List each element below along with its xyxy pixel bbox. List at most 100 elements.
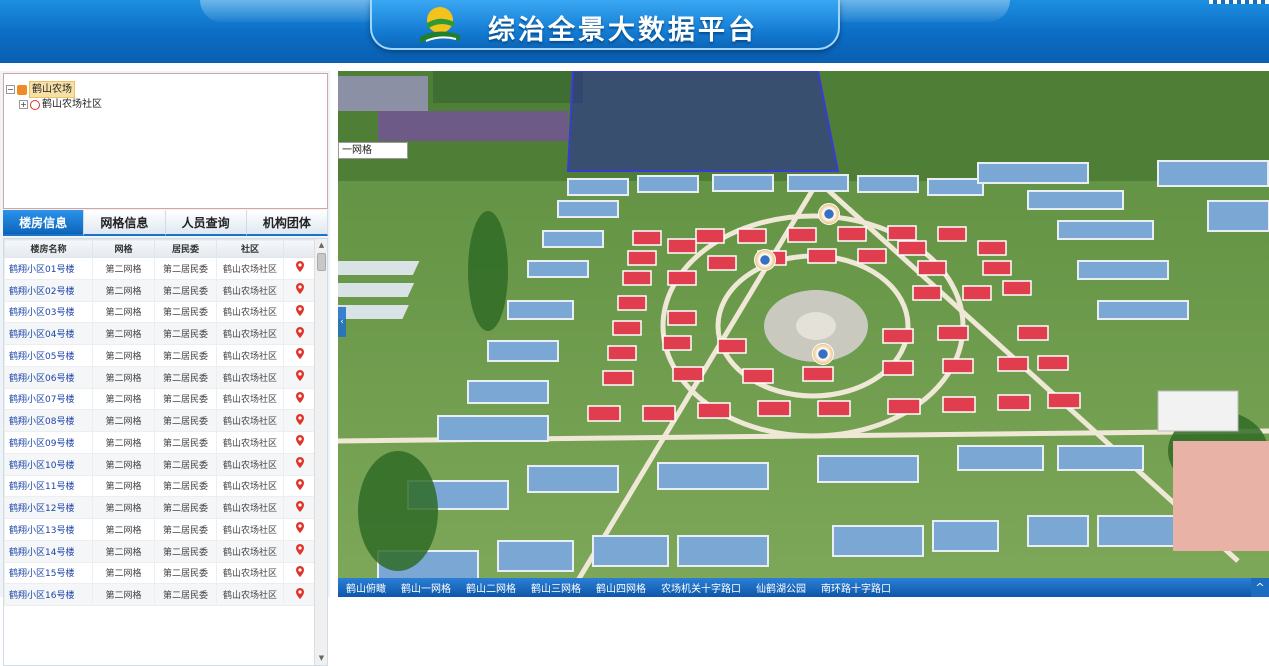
locate-cell[interactable] bbox=[283, 278, 316, 302]
locate-cell[interactable] bbox=[283, 474, 316, 498]
tree-node-label[interactable]: 鹤山农场社区 bbox=[42, 97, 102, 112]
table-row[interactable]: 鹤翔小区02号楼 第二网格 第二居民委 鹤山农场社区 bbox=[4, 278, 316, 302]
collapse-icon[interactable]: − bbox=[6, 85, 15, 94]
locate-cell[interactable] bbox=[283, 518, 316, 541]
map-pin-icon[interactable] bbox=[295, 413, 304, 425]
scene-link-grid-4[interactable]: 鹤山四网格 bbox=[596, 580, 646, 595]
map-pin-icon[interactable] bbox=[295, 544, 304, 556]
column-header-community[interactable]: 社区 bbox=[216, 239, 284, 258]
locate-cell[interactable] bbox=[283, 431, 316, 454]
column-header-committee[interactable]: 居民委 bbox=[154, 239, 217, 258]
table-scrollbar[interactable]: ▲ ▼ bbox=[314, 239, 327, 665]
window-corner-control[interactable] bbox=[1209, 0, 1269, 4]
scene-link-farm-office[interactable]: 农场机关十字路口 bbox=[661, 580, 741, 595]
table-row[interactable]: 鹤翔小区11号楼 第二网格 第二居民委 鹤山农场社区 bbox=[4, 474, 316, 498]
table-row[interactable]: 鹤翔小区12号楼 第二网格 第二居民委 鹤山农场社区 bbox=[4, 496, 316, 519]
building-name-cell[interactable]: 鹤翔小区02号楼 bbox=[4, 278, 93, 302]
table-row[interactable]: 鹤翔小区08号楼 第二网格 第二居民委 鹤山农场社区 bbox=[4, 409, 316, 432]
locate-cell[interactable] bbox=[283, 322, 316, 345]
map-pin-icon[interactable] bbox=[295, 391, 304, 403]
panel-collapse-icon[interactable]: ‹ bbox=[338, 307, 346, 337]
locate-cell[interactable] bbox=[283, 365, 316, 389]
table-row[interactable]: 鹤翔小区01号楼 第二网格 第二居民委 鹤山农场社区 bbox=[4, 257, 316, 280]
tab-organizations[interactable]: 机构团体 bbox=[246, 210, 328, 236]
building-name-cell[interactable]: 鹤翔小区10号楼 bbox=[4, 452, 93, 476]
table-row[interactable]: 鹤翔小区16号楼 第二网格 第二居民委 鹤山农场社区 bbox=[4, 583, 316, 606]
table-row[interactable]: 鹤翔小区13号楼 第二网格 第二居民委 鹤山农场社区 bbox=[4, 518, 316, 541]
map-pin-icon[interactable] bbox=[295, 283, 304, 295]
scene-link-grid-1[interactable]: 鹤山一网格 bbox=[401, 580, 451, 595]
camera-marker-icon[interactable] bbox=[812, 343, 834, 365]
building-name-cell[interactable]: 鹤翔小区16号楼 bbox=[4, 583, 93, 606]
table-row[interactable]: 鹤翔小区09号楼 第二网格 第二居民委 鹤山农场社区 bbox=[4, 431, 316, 454]
building-name-cell[interactable]: 鹤翔小区04号楼 bbox=[4, 322, 93, 345]
table-row[interactable]: 鹤翔小区06号楼 第二网格 第二居民委 鹤山农场社区 bbox=[4, 365, 316, 389]
building-name-cell[interactable]: 鹤翔小区11号楼 bbox=[4, 474, 93, 498]
table-row[interactable]: 鹤翔小区05号楼 第二网格 第二居民委 鹤山农场社区 bbox=[4, 344, 316, 367]
scene-link-grid-3[interactable]: 鹤山三网格 bbox=[531, 580, 581, 595]
table-row[interactable]: 鹤翔小区14号楼 第二网格 第二居民委 鹤山农场社区 bbox=[4, 539, 316, 563]
building-name-cell[interactable]: 鹤翔小区12号楼 bbox=[4, 496, 93, 519]
table-row[interactable]: 鹤翔小区07号楼 第二网格 第二居民委 鹤山农场社区 bbox=[4, 387, 316, 411]
map-pin-icon[interactable] bbox=[295, 522, 304, 534]
scene-link-south-ring-road[interactable]: 南环路十字路口 bbox=[821, 580, 891, 595]
locate-cell[interactable] bbox=[283, 496, 316, 519]
scene-link-overview[interactable]: 鹤山俯瞰 bbox=[346, 580, 386, 595]
locate-cell[interactable] bbox=[283, 583, 316, 606]
building-name-cell[interactable]: 鹤翔小区09号楼 bbox=[4, 431, 93, 454]
locate-cell[interactable] bbox=[283, 409, 316, 432]
building-name-cell[interactable]: 鹤翔小区14号楼 bbox=[4, 539, 93, 563]
table-row[interactable]: 鹤翔小区03号楼 第二网格 第二居民委 鹤山农场社区 bbox=[4, 300, 316, 324]
map-pin-icon[interactable] bbox=[295, 457, 304, 469]
scene-link-crane-lake-park[interactable]: 仙鹤湖公园 bbox=[756, 580, 806, 595]
tab-building-info[interactable]: 楼房信息 bbox=[3, 210, 85, 236]
table-row[interactable]: 鹤翔小区15号楼 第二网格 第二居民委 鹤山农场社区 bbox=[4, 561, 316, 585]
table-row[interactable]: 鹤翔小区04号楼 第二网格 第二居民委 鹤山农场社区 bbox=[4, 322, 316, 345]
locate-cell[interactable] bbox=[283, 452, 316, 476]
tab-grid-info[interactable]: 网格信息 bbox=[84, 210, 166, 236]
map-pin-icon[interactable] bbox=[295, 565, 304, 577]
map-pin-icon[interactable] bbox=[295, 500, 304, 512]
locate-cell[interactable] bbox=[283, 257, 316, 280]
map-pin-icon[interactable] bbox=[295, 348, 304, 360]
scene-link-grid-2[interactable]: 鹤山二网格 bbox=[466, 580, 516, 595]
scroll-down-icon[interactable]: ▼ bbox=[316, 653, 327, 664]
tree-node-label[interactable]: 鹤山农场 bbox=[29, 81, 75, 98]
tab-person-search[interactable]: 人员查询 bbox=[165, 210, 247, 236]
locate-cell[interactable] bbox=[283, 344, 316, 367]
committee-cell: 第二居民委 bbox=[154, 452, 217, 476]
table-row[interactable]: 鹤翔小区10号楼 第二网格 第二居民委 鹤山农场社区 bbox=[4, 452, 316, 476]
building-name-cell[interactable]: 鹤翔小区08号楼 bbox=[4, 409, 93, 432]
column-header-grid[interactable]: 网格 bbox=[92, 239, 155, 258]
panorama-map[interactable]: 一网格 ‹ 鹤山俯瞰 鹤山一网格 鹤山二网格 鹤山三网格 鹤山四网格 农场机关十… bbox=[338, 71, 1269, 597]
locate-cell[interactable] bbox=[283, 387, 316, 411]
tree-node-root[interactable]: − 鹤山农场 bbox=[6, 81, 327, 98]
scroll-up-icon[interactable]: ▲ bbox=[316, 240, 327, 251]
building-name-cell[interactable]: 鹤翔小区01号楼 bbox=[4, 257, 93, 280]
scroll-thumb[interactable] bbox=[317, 253, 326, 271]
column-header-building[interactable]: 楼房名称 bbox=[4, 239, 93, 258]
building-name-cell[interactable]: 鹤翔小区06号楼 bbox=[4, 365, 93, 389]
map-pin-icon[interactable] bbox=[295, 478, 304, 490]
map-pin-icon[interactable] bbox=[295, 370, 304, 382]
committee-cell: 第二居民委 bbox=[154, 365, 217, 389]
camera-marker-icon[interactable] bbox=[754, 249, 776, 271]
aerial-panorama[interactable] bbox=[338, 71, 1269, 597]
locate-cell[interactable] bbox=[283, 539, 316, 563]
map-pin-icon[interactable] bbox=[295, 304, 304, 316]
locate-cell[interactable] bbox=[283, 561, 316, 585]
building-name-cell[interactable]: 鹤翔小区13号楼 bbox=[4, 518, 93, 541]
map-pin-icon[interactable] bbox=[295, 326, 304, 338]
locate-cell[interactable] bbox=[283, 300, 316, 324]
grid-cell: 第二网格 bbox=[92, 539, 155, 563]
expand-icon[interactable]: + bbox=[19, 100, 28, 109]
map-pin-icon[interactable] bbox=[295, 261, 304, 273]
map-pin-icon[interactable] bbox=[295, 435, 304, 447]
expand-bar-icon[interactable]: ^ bbox=[1251, 578, 1269, 597]
tree-node-community[interactable]: + 鹤山农场社区 bbox=[19, 97, 327, 112]
camera-marker-icon[interactable] bbox=[818, 203, 840, 225]
building-name-cell[interactable]: 鹤翔小区15号楼 bbox=[4, 561, 93, 585]
building-name-cell[interactable]: 鹤翔小区07号楼 bbox=[4, 387, 93, 411]
building-name-cell[interactable]: 鹤翔小区03号楼 bbox=[4, 300, 93, 324]
building-name-cell[interactable]: 鹤翔小区05号楼 bbox=[4, 344, 93, 367]
